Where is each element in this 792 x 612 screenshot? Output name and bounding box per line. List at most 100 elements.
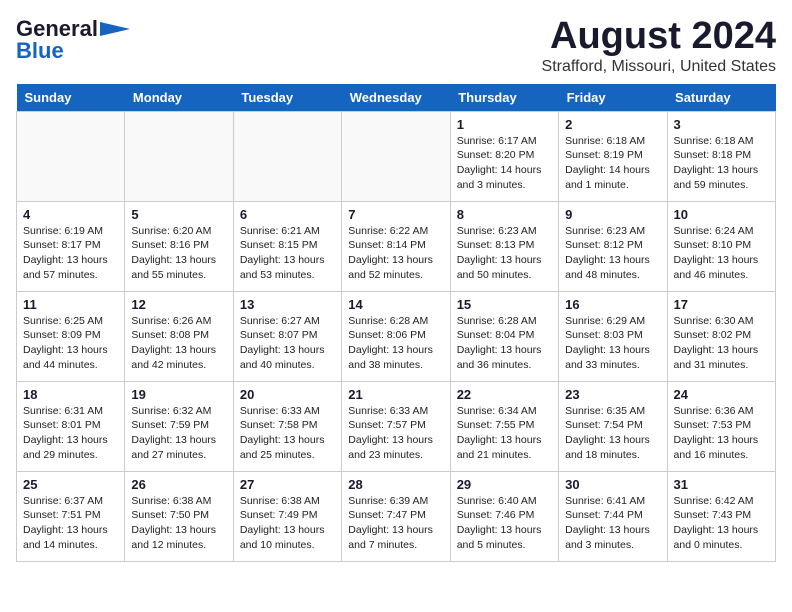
day-info: Sunrise: 6:18 AMSunset: 8:18 PMDaylight:… [674,135,759,191]
day-info: Sunrise: 6:19 AMSunset: 8:17 PMDaylight:… [23,225,108,281]
day-number: 20 [240,387,335,402]
day-info: Sunrise: 6:22 AMSunset: 8:14 PMDaylight:… [348,225,433,281]
day-number: 27 [240,477,335,492]
calendar-cell-2 [233,111,341,201]
day-number: 30 [565,477,660,492]
calendar-cell-20: 17 Sunrise: 6:30 AMSunset: 8:02 PMDayligh… [667,291,775,381]
day-info: Sunrise: 6:27 AMSunset: 8:07 PMDaylight:… [240,315,325,371]
day-number: 26 [131,477,226,492]
day-number: 19 [131,387,226,402]
day-number: 22 [457,387,552,402]
weekday-header-wednesday: Wednesday [342,84,450,112]
location-subtitle: Strafford, Missouri, United States [542,58,776,76]
calendar-cell-22: 19 Sunrise: 6:32 AMSunset: 7:59 PMDayligh… [125,381,233,471]
day-number: 14 [348,297,443,312]
day-info: Sunrise: 6:35 AMSunset: 7:54 PMDaylight:… [565,405,650,461]
calendar-cell-6: 3 Sunrise: 6:18 AMSunset: 8:18 PMDaylight… [667,111,775,201]
day-info: Sunrise: 6:25 AMSunset: 8:09 PMDaylight:… [23,315,108,371]
day-number: 13 [240,297,335,312]
day-info: Sunrise: 6:38 AMSunset: 7:49 PMDaylight:… [240,495,325,551]
day-number: 1 [457,117,552,132]
weekday-header-thursday: Thursday [450,84,558,112]
calendar-cell-12: 9Sunrise: 6:23 AMSunset: 8:12 PMDaylight… [559,201,667,291]
calendar-cell-18: 15 Sunrise: 6:28 AMSunset: 8:04 PMDayligh… [450,291,558,381]
calendar-cell-30: 27 Sunrise: 6:38 AMSunset: 7:49 PMDayligh… [233,471,341,561]
calendar-cell-15: 12 Sunrise: 6:26 AMSunset: 8:08 PMDayligh… [125,291,233,381]
day-info: Sunrise: 6:30 AMSunset: 8:02 PMDaylight:… [674,315,759,371]
day-number: 4 [23,207,118,222]
day-info: Sunrise: 6:17 AMSunset: 8:20 PMDaylight:… [457,135,542,191]
day-number: 2 [565,117,660,132]
day-info: Sunrise: 6:21 AMSunset: 8:15 PMDaylight:… [240,225,325,281]
day-number: 12 [131,297,226,312]
day-info: Sunrise: 6:31 AMSunset: 8:01 PMDaylight:… [23,405,108,461]
day-info: Sunrise: 6:18 AMSunset: 8:19 PMDaylight:… [565,135,650,191]
day-info: Sunrise: 6:37 AMSunset: 7:51 PMDaylight:… [23,495,108,551]
day-number: 3 [674,117,769,132]
calendar-cell-5: 2 Sunrise: 6:18 AMSunset: 8:19 PMDaylight… [559,111,667,201]
calendar-cell-27: 24 Sunrise: 6:36 AMSunset: 7:53 PMDayligh… [667,381,775,471]
day-info: Sunrise: 6:28 AMSunset: 8:04 PMDaylight:… [457,315,542,371]
weekday-header-friday: Friday [559,84,667,112]
day-info: Sunrise: 6:34 AMSunset: 7:55 PMDaylight:… [457,405,542,461]
calendar-cell-8: 5 Sunrise: 6:20 AMSunset: 8:16 PMDaylight… [125,201,233,291]
day-info: Sunrise: 6:41 AMSunset: 7:44 PMDaylight:… [565,495,650,551]
day-number: 11 [23,297,118,312]
day-info: Sunrise: 6:28 AMSunset: 8:06 PMDaylight:… [348,315,433,371]
calendar-cell-16: 13 Sunrise: 6:27 AMSunset: 8:07 PMDayligh… [233,291,341,381]
weekday-header-saturday: Saturday [667,84,775,112]
calendar-cell-19: 16Sunrise: 6:29 AMSunset: 8:03 PMDayligh… [559,291,667,381]
day-number: 15 [457,297,552,312]
day-number: 25 [23,477,118,492]
calendar-cell-0 [17,111,125,201]
calendar-cell-33: 30 Sunrise: 6:41 AMSunset: 7:44 PMDayligh… [559,471,667,561]
day-info: Sunrise: 6:36 AMSunset: 7:53 PMDaylight:… [674,405,759,461]
calendar-cell-14: 11 Sunrise: 6:25 AMSunset: 8:09 PMDayligh… [17,291,125,381]
day-info: Sunrise: 6:38 AMSunset: 7:50 PMDaylight:… [131,495,216,551]
day-number: 23 [565,387,660,402]
day-number: 5 [131,207,226,222]
weekday-header-monday: Monday [125,84,233,112]
day-info: Sunrise: 6:20 AMSunset: 8:16 PMDaylight:… [131,225,216,281]
day-number: 21 [348,387,443,402]
calendar-cell-1 [125,111,233,201]
day-info: Sunrise: 6:32 AMSunset: 7:59 PMDaylight:… [131,405,216,461]
calendar-cell-3 [342,111,450,201]
calendar-cell-21: 18 Sunrise: 6:31 AMSunset: 8:01 PMDayligh… [17,381,125,471]
calendar-cell-13: 10 Sunrise: 6:24 AMSunset: 8:10 PMDayligh… [667,201,775,291]
day-info: Sunrise: 6:42 AMSunset: 7:43 PMDaylight:… [674,495,759,551]
day-info: Sunrise: 6:40 AMSunset: 7:46 PMDaylight:… [457,495,542,551]
day-number: 8 [457,207,552,222]
logo-arrow-icon [100,22,130,36]
calendar-cell-28: 25 Sunrise: 6:37 AMSunset: 7:51 PMDayligh… [17,471,125,561]
calendar-cell-26: 23 Sunrise: 6:35 AMSunset: 7:54 PMDayligh… [559,381,667,471]
month-year-title: August 2024 [542,16,776,58]
calendar-cell-25: 22 Sunrise: 6:34 AMSunset: 7:55 PMDayligh… [450,381,558,471]
logo-blue: Blue [16,38,64,64]
calendar-cell-10: 7 Sunrise: 6:22 AMSunset: 8:14 PMDaylight… [342,201,450,291]
calendar-cell-31: 28Sunrise: 6:39 AMSunset: 7:47 PMDayligh… [342,471,450,561]
day-info: Sunrise: 6:23 AMSunset: 8:12 PMDaylight:… [565,225,650,281]
day-number: 6 [240,207,335,222]
weekday-header-sunday: Sunday [17,84,125,112]
calendar-cell-23: 20 Sunrise: 6:33 AMSunset: 7:58 PMDayligh… [233,381,341,471]
day-info: Sunrise: 6:29 AMSunset: 8:03 PMDaylight:… [565,315,650,371]
day-info: Sunrise: 6:24 AMSunset: 8:10 PMDaylight:… [674,225,759,281]
day-number: 10 [674,207,769,222]
calendar-cell-34: 31 Sunrise: 6:42 AMSunset: 7:43 PMDayligh… [667,471,775,561]
day-info: Sunrise: 6:33 AMSunset: 7:57 PMDaylight:… [348,405,433,461]
day-number: 18 [23,387,118,402]
day-info: Sunrise: 6:26 AMSunset: 8:08 PMDaylight:… [131,315,216,371]
day-info: Sunrise: 6:33 AMSunset: 7:58 PMDaylight:… [240,405,325,461]
day-number: 7 [348,207,443,222]
calendar-cell-29: 26 Sunrise: 6:38 AMSunset: 7:50 PMDayligh… [125,471,233,561]
day-number: 29 [457,477,552,492]
day-number: 24 [674,387,769,402]
calendar-cell-4: 1 Sunrise: 6:17 AMSunset: 8:20 PMDaylight… [450,111,558,201]
day-info: Sunrise: 6:23 AMSunset: 8:13 PMDaylight:… [457,225,542,281]
day-number: 31 [674,477,769,492]
calendar-cell-17: 14 Sunrise: 6:28 AMSunset: 8:06 PMDayligh… [342,291,450,381]
calendar-cell-32: 29 Sunrise: 6:40 AMSunset: 7:46 PMDayligh… [450,471,558,561]
logo: General Blue [16,16,130,64]
day-number: 17 [674,297,769,312]
